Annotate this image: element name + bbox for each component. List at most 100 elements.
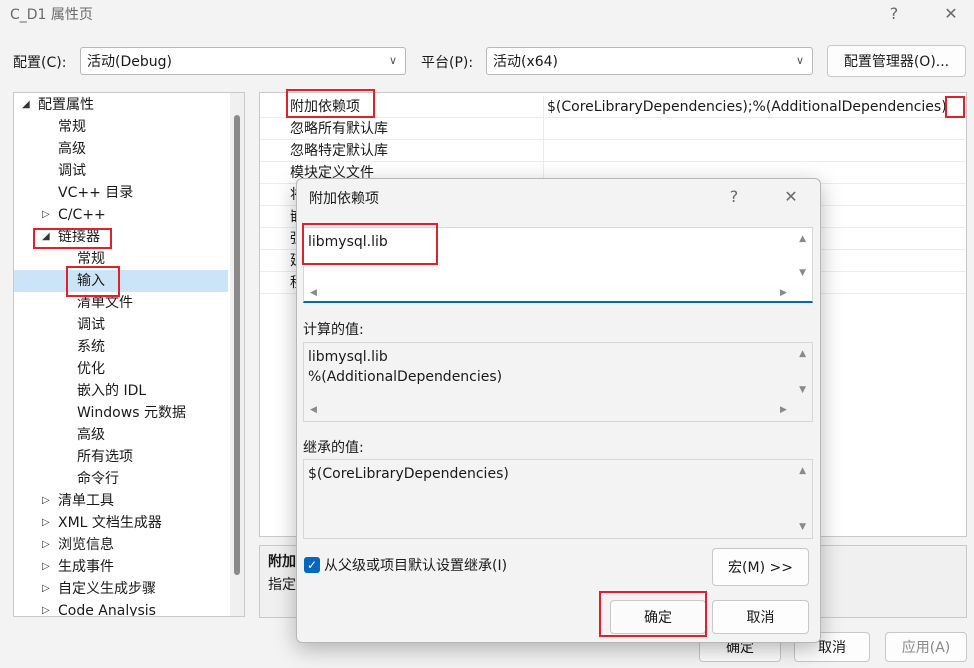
tree-item-label: 清单文件 <box>77 295 133 311</box>
dialog-cancel-button[interactable]: 取消 <box>712 600 809 634</box>
tree-scrollbar[interactable] <box>230 93 244 616</box>
inherit-checkbox-row[interactable]: ✓ 从父级或项目默认设置继承(I) <box>304 555 507 575</box>
property-row[interactable]: 忽略特定默认库 <box>260 140 966 162</box>
tree-item-label: 系统 <box>77 339 105 355</box>
scroll-up-icon[interactable]: ▲ <box>799 349 806 359</box>
tree-item-label: 生成事件 <box>58 559 114 575</box>
tree-item[interactable]: ▷ C/C++ <box>14 204 228 226</box>
tree-item[interactable]: ◢ 配置属性 <box>14 94 228 116</box>
tree-item-label: C/C++ <box>58 207 106 223</box>
scroll-right-icon[interactable]: ▶ <box>780 288 787 298</box>
property-row[interactable]: 忽略所有默认库 <box>260 118 966 140</box>
tree-item[interactable]: 命令行 <box>14 468 228 490</box>
window-title: C_D1 属性页 <box>10 7 93 23</box>
tree-item-label: VC++ 目录 <box>58 185 134 201</box>
platform-select-value: 活动(x64) <box>493 54 559 70</box>
tree-item-label: 高级 <box>58 141 86 157</box>
tree-item-label: 调试 <box>58 163 86 179</box>
expand-icon[interactable]: ▷ <box>42 578 50 600</box>
collapse-icon[interactable]: ◢ <box>22 94 30 116</box>
column-divider <box>543 140 544 162</box>
expand-icon[interactable]: ▷ <box>42 512 50 534</box>
scroll-down-icon[interactable]: ▼ <box>799 522 806 532</box>
additional-dependencies-dialog: 附加依赖项 ? ✕ libmysql.lib ▲ ▼ ◀ ▶ 计算的值: lib… <box>296 178 821 643</box>
expand-icon[interactable]: ▷ <box>42 534 50 556</box>
tree-item[interactable]: 常规 <box>14 248 228 270</box>
platform-select[interactable]: 活动(x64) ∨ <box>486 47 813 75</box>
expand-icon[interactable]: ▷ <box>42 600 50 616</box>
tree-item[interactable]: ▷ 生成事件 <box>14 556 228 578</box>
tree-item[interactable]: ◢ 链接器 <box>14 226 228 248</box>
tree-scroll-thumb[interactable] <box>234 115 240 575</box>
inherit-checkbox[interactable]: ✓ <box>304 557 320 573</box>
tree-item[interactable]: VC++ 目录 <box>14 182 228 204</box>
tree-item-label: 浏览信息 <box>58 537 114 553</box>
tree-item[interactable]: 优化 <box>14 358 228 380</box>
config-label: 配置(C): <box>13 55 67 71</box>
dialog-help-icon[interactable]: ? <box>720 185 748 207</box>
tree-item[interactable]: ▷ XML 文档生成器 <box>14 512 228 534</box>
tree-item[interactable]: 嵌入的 IDL <box>14 380 228 402</box>
scroll-up-icon[interactable]: ▲ <box>799 234 806 244</box>
tree-item-label: 所有选项 <box>77 449 133 465</box>
tree-item[interactable]: 所有选项 <box>14 446 228 468</box>
tree-item-label: 清单工具 <box>58 493 114 509</box>
expand-icon[interactable]: ▷ <box>42 204 50 226</box>
tree-item-label: Code Analysis <box>58 603 156 617</box>
tree-item[interactable]: 调试 <box>14 314 228 336</box>
tree-item[interactable]: 输入 <box>14 270 228 292</box>
tree-item-label: 调试 <box>77 317 105 333</box>
scroll-right-icon[interactable]: ▶ <box>780 405 787 415</box>
tree-item[interactable]: 系统 <box>14 336 228 358</box>
inherit-checkbox-label: 从父级或项目默认设置继承(I) <box>324 558 508 574</box>
property-name: 附加依赖项 <box>290 99 360 115</box>
scroll-down-icon[interactable]: ▼ <box>799 385 806 395</box>
dependencies-textarea[interactable]: libmysql.lib ▲ ▼ ◀ ▶ <box>303 227 813 303</box>
main-apply-button[interactable]: 应用(A) <box>885 632 967 662</box>
dialog-title: 附加依赖项 <box>309 191 379 207</box>
close-icon[interactable]: ✕ <box>937 2 965 24</box>
config-select[interactable]: 活动(Debug) ∨ <box>80 47 406 75</box>
tree-item-label: 嵌入的 IDL <box>77 383 147 399</box>
collapse-icon[interactable]: ◢ <box>42 226 50 248</box>
tree-item-label: 常规 <box>58 119 86 135</box>
tree-item[interactable]: ▷ 自定义生成步骤 <box>14 578 228 600</box>
help-icon[interactable]: ? <box>880 2 908 24</box>
tree-item[interactable]: 高级 <box>14 424 228 446</box>
tree-item[interactable]: ▷ 浏览信息 <box>14 534 228 556</box>
expand-icon[interactable]: ▷ <box>42 490 50 512</box>
config-manager-button[interactable]: 配置管理器(O)... <box>827 45 966 77</box>
tree-item-label: 自定义生成步骤 <box>58 581 156 597</box>
dialog-close-icon[interactable]: ✕ <box>777 185 805 207</box>
tree-item[interactable]: 高级 <box>14 138 228 160</box>
tree-item[interactable]: 清单文件 <box>14 292 228 314</box>
tree-item-label: 输入 <box>77 273 105 289</box>
scroll-left-icon[interactable]: ◀ <box>310 288 317 298</box>
tree-item-label: 配置属性 <box>38 97 94 113</box>
scroll-down-icon[interactable]: ▼ <box>799 268 806 278</box>
tree-item[interactable]: Windows 元数据 <box>14 402 228 424</box>
property-name: 忽略特定默认库 <box>290 143 388 159</box>
tree-item-label: 优化 <box>77 361 105 377</box>
tree-item-label: 高级 <box>77 427 105 443</box>
tree-item[interactable]: 常规 <box>14 116 228 138</box>
computed-values-box: libmysql.lib %(AdditionalDependencies) ▲… <box>303 342 813 422</box>
inherited-label: 继承的值: <box>303 440 364 456</box>
scroll-up-icon[interactable]: ▲ <box>799 466 806 476</box>
expand-icon[interactable]: ▷ <box>42 556 50 578</box>
inherited-values-text: $(CoreLibraryDependencies) <box>308 466 509 482</box>
tree-item-label: Windows 元数据 <box>77 405 186 421</box>
dialog-ok-button[interactable]: 确定 <box>610 600 706 634</box>
inherited-values-box: $(CoreLibraryDependencies) ▲ ▼ <box>303 459 813 539</box>
config-select-value: 活动(Debug) <box>87 54 172 70</box>
property-value[interactable]: $(CoreLibraryDependencies);%(AdditionalD… <box>547 96 947 118</box>
tree-item[interactable]: ▷ Code Analysis <box>14 600 228 617</box>
tree-item[interactable]: 调试 <box>14 160 228 182</box>
macro-button[interactable]: 宏(M) >> <box>712 548 809 586</box>
property-row[interactable]: 附加依赖项 $(CoreLibraryDependencies);%(Additi… <box>260 96 966 118</box>
tree-item-label: 命令行 <box>77 471 119 487</box>
scroll-left-icon[interactable]: ◀ <box>310 405 317 415</box>
computed-values-text: libmysql.lib %(AdditionalDependencies) <box>308 349 503 385</box>
tree-item[interactable]: ▷ 清单工具 <box>14 490 228 512</box>
dependencies-textarea-text: libmysql.lib <box>308 234 388 250</box>
